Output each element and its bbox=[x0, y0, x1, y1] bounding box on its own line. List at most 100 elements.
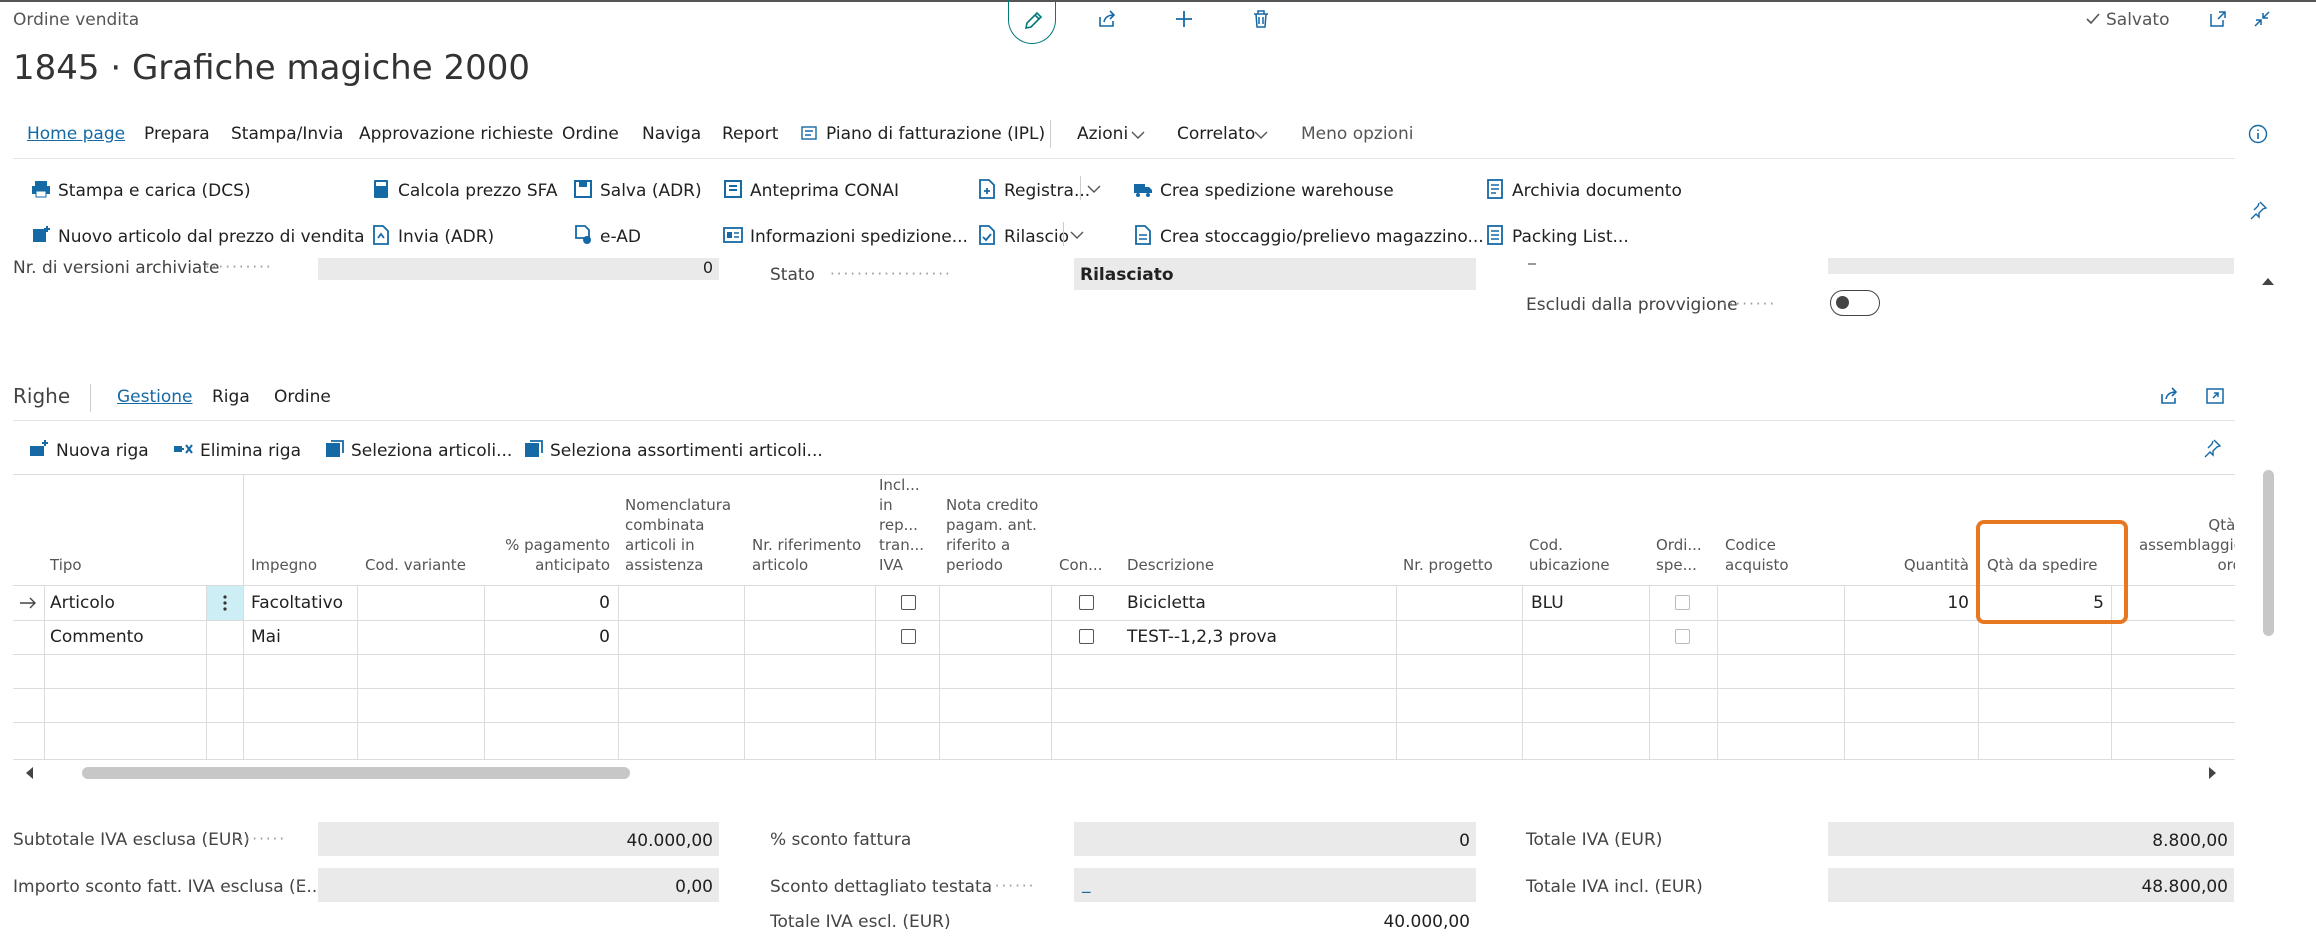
header-tipo[interactable]: Tipo bbox=[50, 555, 82, 575]
pin-icon[interactable] bbox=[2248, 200, 2268, 220]
print-icon bbox=[30, 178, 52, 200]
action-elimina-riga[interactable]: Elimina riga bbox=[172, 438, 301, 461]
cell-tipo[interactable]: Commento bbox=[50, 627, 144, 647]
checkbox-incl-iva[interactable] bbox=[901, 595, 916, 610]
header-con[interactable]: Con... bbox=[1059, 555, 1102, 575]
split-divider bbox=[1080, 176, 1081, 200]
action-registra[interactable]: Registra... bbox=[976, 178, 1090, 201]
tab-gestione[interactable]: Gestione bbox=[117, 387, 193, 407]
checkbox-con[interactable] bbox=[1079, 629, 1094, 644]
horizontal-scrollbar-thumb[interactable] bbox=[82, 767, 630, 779]
action-salva-adr[interactable]: Salva (ADR) bbox=[572, 178, 702, 201]
header-qta-assemblaggio[interactable]: Qtà per assemblaggio su ordine bbox=[2111, 515, 2235, 575]
pin-icon[interactable] bbox=[2202, 438, 2222, 458]
cell-pagamento[interactable]: 0 bbox=[493, 627, 610, 647]
share-icon[interactable] bbox=[2158, 385, 2180, 407]
header-pagamento[interactable]: % pagamento anticipato bbox=[494, 535, 610, 575]
cell-tipo[interactable]: Articolo bbox=[50, 593, 115, 613]
scroll-left-icon[interactable] bbox=[24, 766, 34, 780]
row-menu-button[interactable] bbox=[207, 586, 243, 620]
checkbox-con[interactable] bbox=[1079, 595, 1094, 610]
tab-azioni[interactable]: Azioni bbox=[1077, 124, 1128, 144]
field-sconto-dettagliato-box bbox=[1074, 868, 1476, 902]
header-nomenclatura[interactable]: Nomenclatura combinata articoli in assis… bbox=[625, 495, 735, 575]
expand-icon[interactable] bbox=[2204, 385, 2226, 407]
header-ordi-spe[interactable]: Ordi... spe... bbox=[1656, 535, 1706, 575]
edit-button[interactable] bbox=[1008, 0, 1056, 44]
cell-descrizione[interactable]: Bicicletta bbox=[1127, 593, 1206, 613]
action-archivia[interactable]: Archivia documento bbox=[1484, 178, 1682, 201]
tab-prepara[interactable]: Prepara bbox=[144, 124, 210, 144]
action-seleziona-assortimenti[interactable]: Seleziona assortimenti articoli... bbox=[522, 438, 823, 461]
cell-quantita[interactable]: 10 bbox=[1853, 593, 1969, 613]
action-informazioni-spedizione[interactable]: Informazioni spedizione... bbox=[722, 224, 968, 247]
action-crea-stoccaggio[interactable]: Crea stoccaggio/prelievo magazzino... bbox=[1132, 224, 1484, 247]
scroll-right-icon[interactable] bbox=[2208, 766, 2218, 780]
header-impegno[interactable]: Impegno bbox=[251, 555, 317, 575]
archive-icon bbox=[1484, 178, 1506, 200]
tab-ordine-righe[interactable]: Ordine bbox=[274, 387, 331, 407]
cell-impegno[interactable]: Facoltativo bbox=[251, 593, 343, 613]
vertical-scrollbar-thumb[interactable] bbox=[2263, 470, 2274, 636]
plus-icon[interactable] bbox=[1173, 8, 1195, 30]
tab-meno-opzioni[interactable]: Meno opzioni bbox=[1301, 124, 1413, 144]
tab-correlato[interactable]: Correlato bbox=[1177, 124, 1255, 144]
action-rilascio[interactable]: Rilascio bbox=[976, 224, 1069, 247]
header-nr-progetto[interactable]: Nr. progetto bbox=[1403, 555, 1493, 575]
scroll-up-icon[interactable] bbox=[2261, 276, 2275, 286]
tab-riga[interactable]: Riga bbox=[212, 387, 250, 407]
header-descrizione[interactable]: Descrizione bbox=[1127, 555, 1214, 575]
header-quantita[interactable]: Quantità bbox=[1853, 555, 1969, 575]
post-icon bbox=[976, 178, 998, 200]
field-versioni-value: 0 bbox=[318, 258, 719, 280]
open-new-window-icon[interactable] bbox=[2208, 9, 2228, 29]
header-incl-iva[interactable]: Incl... in rep... tran... IVA bbox=[879, 475, 929, 575]
page-title: 1845 · Grafiche magiche 2000 bbox=[13, 48, 530, 88]
tab-home-page[interactable]: Home page bbox=[27, 124, 125, 144]
escludi-toggle[interactable] bbox=[1830, 290, 1880, 316]
action-invia-adr[interactable]: Invia (ADR) bbox=[370, 224, 494, 247]
truck-icon bbox=[1132, 178, 1154, 200]
dots: ········ bbox=[1722, 295, 1777, 313]
tab-approvazione[interactable]: Approvazione richieste bbox=[359, 124, 553, 144]
action-anteprima-conai[interactable]: Anteprima CONAI bbox=[722, 178, 899, 201]
cell-descrizione[interactable]: TEST--1,2,3 prova bbox=[1127, 627, 1277, 647]
header-cod-ubicazione[interactable]: Cod. ubicazione bbox=[1529, 535, 1629, 575]
chevron-down-icon[interactable] bbox=[1087, 184, 1101, 194]
tab-piano-fatturazione[interactable]: Piano di fatturazione (IPL) bbox=[826, 124, 1045, 144]
value-sconto-fattura[interactable]: 0 bbox=[1074, 822, 1476, 856]
header-codice-acquisto[interactable]: Codice acquisto bbox=[1725, 535, 1825, 575]
collapse-icon[interactable] bbox=[2252, 9, 2272, 29]
action-seleziona-articoli[interactable]: Seleziona articoli... bbox=[323, 438, 512, 461]
action-nuovo-articolo[interactable]: Nuovo articolo dal prezzo di vendita bbox=[30, 224, 365, 247]
value-sconto-dettagliato[interactable]: _ bbox=[1082, 874, 1091, 894]
field-label-escludi: Escludi dalla provvigione bbox=[1526, 295, 1738, 315]
header-cod-variante[interactable]: Cod. variante bbox=[365, 555, 466, 575]
tab-stampa-invia[interactable]: Stampa/Invia bbox=[231, 124, 343, 144]
cell-impegno[interactable]: Mai bbox=[251, 627, 281, 647]
action-crea-spedizione[interactable]: Crea spedizione warehouse bbox=[1132, 178, 1394, 201]
calculator-icon bbox=[370, 178, 392, 200]
tab-ordine[interactable]: Ordine bbox=[562, 124, 619, 144]
split-divider bbox=[1063, 222, 1064, 246]
tab-report[interactable]: Report bbox=[722, 124, 778, 144]
header-nota-credito[interactable]: Nota credito pagam. ant. riferito a peri… bbox=[946, 495, 1046, 575]
value-totale-incl: 48.800,00 bbox=[1828, 868, 2234, 902]
action-nuova-riga[interactable]: Nuova riga bbox=[28, 438, 149, 461]
action-stampa-carica[interactable]: Stampa e carica (DCS) bbox=[30, 178, 251, 201]
checkbox-incl-iva[interactable] bbox=[901, 629, 916, 644]
tab-naviga[interactable]: Naviga bbox=[642, 124, 701, 144]
divider bbox=[13, 420, 2235, 421]
warehouse-icon bbox=[1132, 224, 1154, 246]
cell-ubicazione[interactable]: BLU bbox=[1531, 593, 1564, 613]
chevron-down-icon[interactable] bbox=[1070, 230, 1084, 240]
trash-icon[interactable] bbox=[1250, 8, 1272, 30]
action-packing-list[interactable]: Packing List... bbox=[1484, 224, 1629, 247]
header-riferimento[interactable]: Nr. riferimento articolo bbox=[752, 535, 868, 575]
action-calcola-prezzo[interactable]: Calcola prezzo SFA bbox=[370, 178, 557, 201]
cell-pagamento[interactable]: 0 bbox=[493, 593, 610, 613]
share-icon[interactable] bbox=[1096, 8, 1118, 30]
new-line-icon bbox=[28, 438, 50, 460]
info-icon[interactable] bbox=[2248, 124, 2268, 144]
action-e-ad[interactable]: e-AD bbox=[572, 224, 641, 247]
